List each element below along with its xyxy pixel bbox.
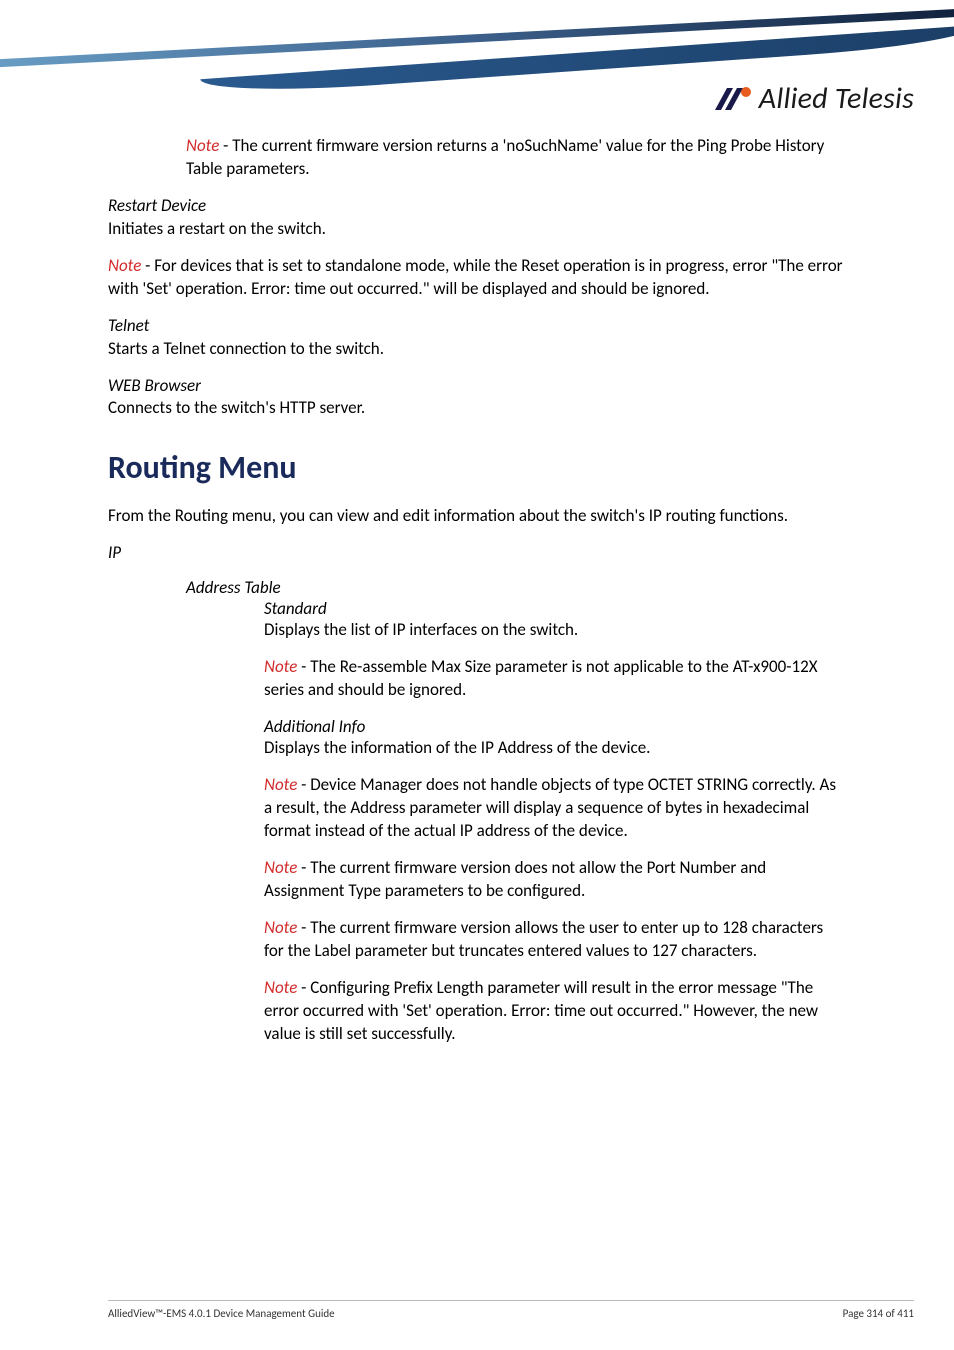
restart-device-body: Initiates a restart on the switch. [108,218,846,241]
telnet-body: Starts a Telnet connection to the switch… [108,338,846,361]
address-table-group: Address Table [186,577,846,598]
web-browser-heading: WEB Browser [108,375,846,398]
footer-left: AlliedView™-EMS 4.0.1 Device Management … [108,1307,335,1320]
standard-body: Displays the list of IP interfaces on th… [264,619,846,642]
routing-intro: From the Routing menu, you can view and … [108,505,846,528]
additional-info-body: Displays the information of the IP Addre… [264,737,846,760]
note-octet-string: Note - Device Manager does not handle ob… [264,774,846,843]
routing-menu-title: Routing Menu [108,448,846,487]
address-table-heading: Address Table [186,577,846,598]
restart-device-heading: Restart Device [108,195,846,218]
note-label-truncate: Note - The current firmware version allo… [264,917,846,963]
web-browser-body: Connects to the switch's HTTP server. [108,397,846,420]
standard-group: Standard Displays the list of IP interfa… [264,598,846,1045]
note-port-number: Note - The current firmware version does… [264,857,846,903]
ip-heading: IP [108,542,846,563]
note-reassemble: Note - The Re-assemble Max Size paramete… [264,656,846,702]
telnet-heading: Telnet [108,315,846,338]
brand-logo: Allied Telesis [713,80,914,117]
page-header: Allied Telesis [0,0,954,135]
brand-icon [713,86,753,112]
additional-info-heading: Additional Info [264,716,846,737]
standard-heading: Standard [264,598,846,619]
note-restart-standalone: Note - For devices that is set to standa… [108,255,846,301]
note-ping-history: Note - The current firmware version retu… [186,135,846,181]
page-content: Note - The current firmware version retu… [0,135,954,1045]
telnet-section: Telnet Starts a Telnet connection to the… [108,315,846,361]
brand-text: Allied Telesis [759,80,914,117]
restart-device-section: Restart Device Initiates a restart on th… [108,195,846,241]
page-footer: AlliedView™-EMS 4.0.1 Device Management … [108,1300,914,1320]
footer-right: Page 314 of 411 [843,1307,914,1320]
web-browser-section: WEB Browser Connects to the switch's HTT… [108,375,846,421]
note-prefix-length: Note - Configuring Prefix Length paramet… [264,977,846,1046]
